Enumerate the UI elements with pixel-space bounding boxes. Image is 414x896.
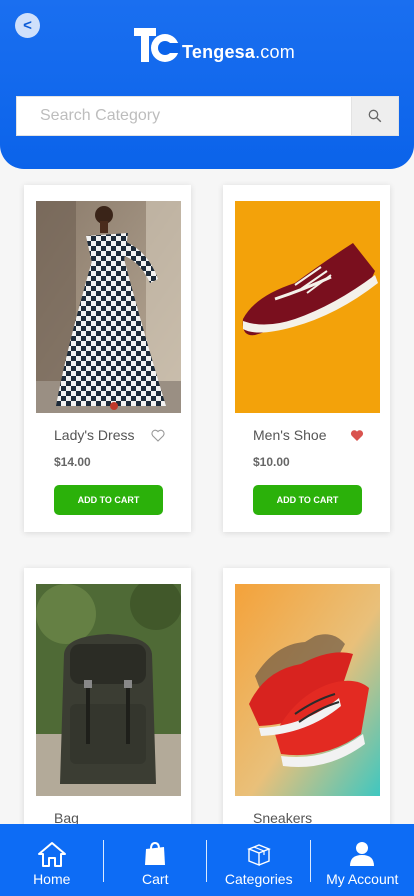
shopping-bag-icon xyxy=(145,841,166,865)
product-card[interactable]: Sneakers xyxy=(223,568,390,838)
red-sneakers-photo xyxy=(235,584,380,796)
maroon-sneaker-photo xyxy=(235,201,380,413)
backpack-photo xyxy=(36,584,181,796)
search-input[interactable] xyxy=(17,97,351,135)
nav-label-home: Home xyxy=(33,871,71,887)
checkered-dress-photo xyxy=(36,201,181,413)
nav-label-categories: Categories xyxy=(224,871,293,887)
add-to-cart-button[interactable]: ADD TO CART xyxy=(54,485,163,515)
nav-item-home[interactable]: Home xyxy=(0,824,104,896)
product-image-dress[interactable] xyxy=(36,201,181,413)
nav-item-categories[interactable]: Categories xyxy=(207,824,311,896)
brand-logo: Tengesa.com xyxy=(134,24,295,66)
bottom-navigation: Home Cart Categories My Account xyxy=(0,824,414,896)
logo-brand-text: Tengesa xyxy=(182,42,256,62)
product-name[interactable]: Lady's Dress xyxy=(54,427,134,443)
nav-item-my-account[interactable]: My Account xyxy=(311,824,414,896)
product-name[interactable]: Men's Shoe xyxy=(253,427,327,443)
product-card[interactable]: Bag xyxy=(24,568,191,838)
home-icon xyxy=(37,842,66,867)
product-price: $14.00 xyxy=(54,455,91,469)
logo-mark-icon xyxy=(134,28,180,62)
add-to-cart-button[interactable]: ADD TO CART xyxy=(253,485,362,515)
user-icon xyxy=(350,842,375,866)
heart-outline-icon[interactable] xyxy=(151,429,165,442)
logo-wordmark: Tengesa.com xyxy=(182,42,295,63)
product-price: $10.00 xyxy=(253,455,290,469)
product-image-shoe[interactable] xyxy=(235,201,380,413)
logo-domain-text: .com xyxy=(255,42,295,62)
nav-label-my-account: My Account xyxy=(326,871,399,887)
search-icon xyxy=(368,109,382,123)
back-button[interactable]: < xyxy=(15,13,40,38)
nav-label-cart: Cart xyxy=(142,871,169,887)
back-arrow-icon: < xyxy=(23,17,32,34)
product-image-bag[interactable] xyxy=(36,584,181,796)
product-card[interactable]: Men's Shoe $10.00 ADD TO CART xyxy=(223,185,390,532)
search-bar xyxy=(16,96,399,136)
heart-filled-icon[interactable] xyxy=(350,429,364,442)
search-button[interactable] xyxy=(351,97,398,135)
app-header: < Tengesa.com xyxy=(0,0,414,169)
nav-item-cart[interactable]: Cart xyxy=(104,824,207,896)
boxes-icon xyxy=(246,844,271,867)
product-image-sneakers[interactable] xyxy=(235,584,380,796)
product-card[interactable]: Lady's Dress $14.00 ADD TO CART xyxy=(24,185,191,532)
